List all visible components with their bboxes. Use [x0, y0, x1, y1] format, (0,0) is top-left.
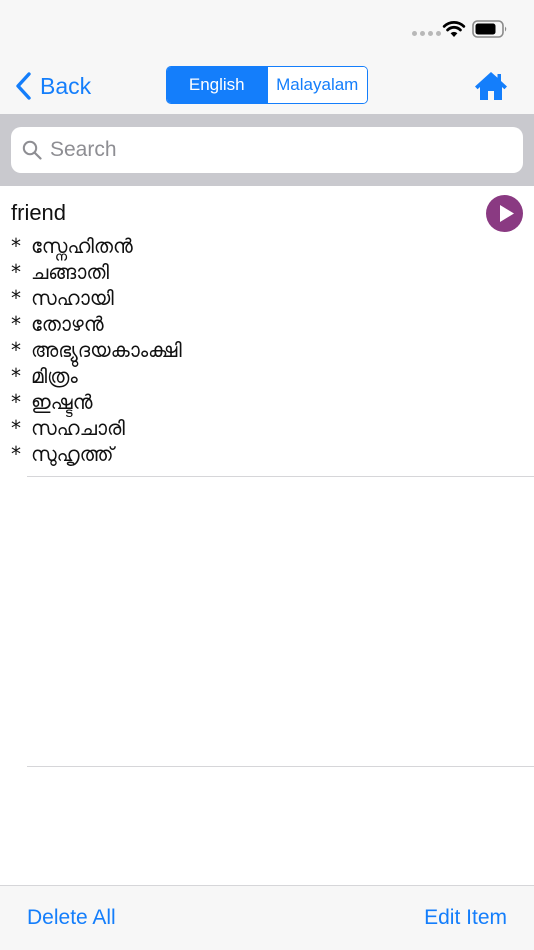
wifi-icon	[442, 21, 466, 37]
dictionary-entry[interactable]: friend * സ്നേഹിതൻ * ചങ്ങാതി * സഹായി * തോഴൻ *…	[0, 186, 534, 476]
bottom-toolbar: Delete All Edit Item	[0, 885, 534, 950]
app-screen: Back English Malayalam friend *സ്നേഹിതൻ	[0, 0, 534, 950]
entry-word: friend	[11, 200, 67, 225]
home-icon[interactable]	[474, 70, 508, 102]
navigation-bar: Back English Malayalam	[0, 58, 534, 114]
play-icon	[500, 205, 514, 222]
signal-icon	[412, 31, 441, 36]
play-audio-button[interactable]	[486, 195, 523, 232]
segment-malayalam[interactable]: Malayalam	[266, 67, 367, 103]
meaning-item: * സ്നേഹിതൻ	[11, 234, 133, 258]
language-segmented-control: English Malayalam	[166, 66, 368, 104]
back-label: Back	[40, 72, 92, 99]
meaning-item: * ഇഷ്ടൻ	[11, 390, 93, 414]
meaning-item: * സഹായി	[11, 286, 114, 310]
meaning-list: * സ്നേഹിതൻ * ചങ്ങാതി * സഹായി * തോഴൻ * അഭ്യുദയ…	[11, 233, 182, 467]
row-divider	[27, 766, 534, 767]
meaning-item: * സുഹൃത്ത്	[11, 442, 114, 466]
meaning-item: * ചങ്ങാതി	[11, 260, 109, 284]
meaning-item: * അഭ്യുദയകാംക്ഷി	[11, 338, 182, 362]
back-chevron-icon	[16, 72, 31, 100]
meaning-item: * മിത്രം	[11, 364, 78, 388]
back-button[interactable]: Back	[14, 70, 91, 102]
row-divider	[27, 476, 534, 477]
delete-all-button[interactable]: Delete All	[27, 906, 116, 930]
search-input[interactable]	[50, 138, 490, 162]
search-bar	[0, 114, 534, 186]
search-icon	[22, 140, 42, 160]
meaning-item: * സഹചാരി	[11, 416, 125, 440]
edit-item-button[interactable]: Edit Item	[424, 906, 507, 930]
battery-icon	[472, 20, 507, 38]
status-bar	[0, 0, 534, 58]
meaning-item: * തോഴൻ	[11, 312, 104, 336]
segment-english[interactable]: English	[167, 67, 267, 103]
search-field[interactable]	[11, 127, 523, 173]
